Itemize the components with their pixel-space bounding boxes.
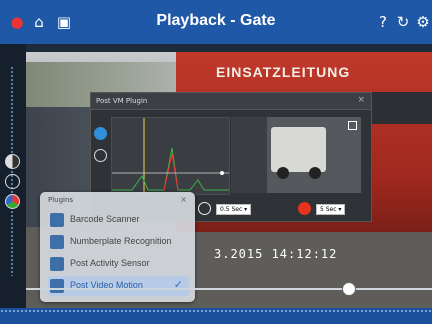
disable-icon[interactable] — [198, 202, 211, 215]
motion-curve — [112, 147, 229, 191]
plugin-barcode-scanner[interactable]: Barcode Scanner — [48, 210, 189, 230]
motion-graph-svg — [112, 118, 229, 194]
close-icon[interactable]: × — [357, 95, 365, 105]
expand-icon[interactable] — [348, 121, 357, 130]
panel-title: Post VM Plugin — [91, 93, 371, 110]
truck-lettering: EINSATZLEITUNG — [216, 64, 351, 80]
settings-icon[interactable]: ⚙ — [414, 13, 432, 31]
left-toolbar — [0, 44, 26, 308]
scrubber-handle[interactable] — [342, 282, 356, 296]
duration-select-2[interactable]: 5 Sec ▾ — [316, 204, 346, 215]
level-handle[interactable] — [220, 171, 224, 175]
plugin-post-activity-sensor[interactable]: Post Activity Sensor — [48, 254, 189, 274]
plugin-numberplate-recognition[interactable]: Numberplate Recognition — [48, 232, 189, 252]
camera-preview — [231, 117, 361, 193]
help-icon[interactable]: ? — [374, 13, 392, 31]
plugins-title: Plugins — [48, 196, 74, 204]
plugin-icon — [50, 213, 64, 227]
gauge-icon[interactable] — [94, 149, 107, 162]
contrast-icon[interactable] — [5, 154, 20, 169]
timeline-scrubber[interactable] — [26, 282, 432, 308]
brightness-icon[interactable] — [5, 174, 20, 189]
sidebar-dots — [10, 66, 14, 276]
plugin-icon — [50, 235, 64, 249]
plugin-icon — [50, 257, 64, 271]
record-icon[interactable] — [298, 202, 311, 215]
reload-icon[interactable]: ↻ — [394, 13, 412, 31]
color-icon[interactable] — [5, 194, 20, 209]
blue-dot-icon[interactable] — [94, 127, 107, 140]
duration-select-1[interactable]: 0.5 Sec ▾ — [216, 204, 252, 215]
page-title: Playback - Gate — [156, 12, 276, 29]
motion-graph — [111, 117, 230, 195]
close-icon[interactable]: × — [180, 195, 187, 204]
title-bar: ● ⌂ ▣ Playback - Gate ? ↻ ⚙ — [0, 0, 432, 44]
timestamp-overlay: 3.2015 14:12:12 — [214, 247, 338, 261]
bottom-toolbar — [0, 308, 432, 324]
